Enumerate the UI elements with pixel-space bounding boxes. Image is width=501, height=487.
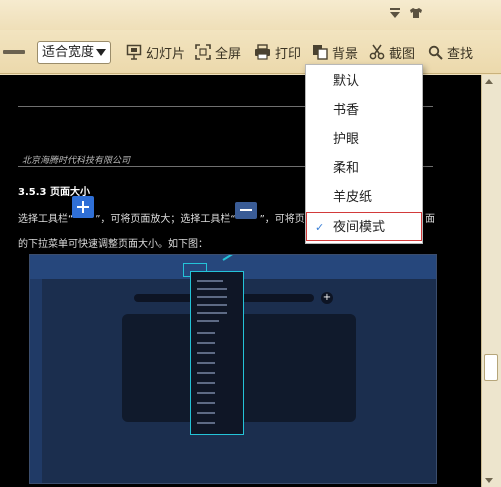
print-label: 打印 bbox=[275, 46, 302, 62]
menu-item-label: 书香 bbox=[333, 103, 360, 118]
body-line: 的下拉菜单可快速调整页面大小。如下图： bbox=[18, 239, 208, 250]
menu-item-label: 护眼 bbox=[333, 132, 360, 147]
background-menu: 默认 书香 护眼 柔和 羊皮纸 ✓ 夜间模式 bbox=[305, 64, 423, 244]
menu-item-eye-care[interactable]: 护眼 bbox=[306, 125, 422, 154]
menu-arrow-icon[interactable] bbox=[388, 6, 402, 20]
screenshot-button[interactable]: 截图 bbox=[369, 42, 415, 62]
find-button[interactable]: 查找 bbox=[428, 42, 473, 62]
zoom-select[interactable]: 适合宽度 bbox=[37, 41, 111, 64]
menu-row bbox=[197, 402, 215, 404]
body-line: 选择工具栏“ ”，可将页面放大；选择工具栏“ ”，可将页面 bbox=[18, 210, 315, 225]
menu-item-label: 夜间模式 bbox=[333, 220, 386, 235]
menu-row bbox=[197, 304, 227, 306]
menu-item-parchment[interactable]: 羊皮纸 bbox=[306, 183, 422, 212]
screenshot-zoom-menu bbox=[190, 271, 244, 435]
menu-row bbox=[197, 296, 227, 298]
menu-row bbox=[197, 362, 215, 364]
reader-window: 适合宽度 幻灯片 全屏 打印 背景 截图 查找 北京海腾时代科技有限公司 3.5… bbox=[0, 0, 501, 487]
screenshot-add-icon: + bbox=[321, 292, 333, 304]
shirt-icon[interactable] bbox=[409, 6, 423, 20]
scroll-thumb[interactable] bbox=[484, 354, 498, 381]
menu-item-label: 柔和 bbox=[333, 161, 360, 176]
slideshow-button[interactable]: 幻灯片 bbox=[126, 42, 185, 62]
zoom-out-icon bbox=[235, 202, 257, 219]
scissors-icon bbox=[369, 44, 385, 60]
screenshot-sidebar bbox=[30, 279, 42, 483]
fullscreen-label: 全屏 bbox=[215, 46, 242, 62]
menu-row bbox=[197, 288, 227, 290]
text-span: 选择工具栏“ bbox=[18, 214, 74, 225]
menu-item-label: 默认 bbox=[333, 74, 360, 89]
zoom-in-icon bbox=[72, 196, 94, 218]
menu-row bbox=[197, 332, 215, 334]
slideshow-label: 幻灯片 bbox=[146, 46, 186, 62]
text-fragment: 面 bbox=[425, 214, 435, 225]
menu-row bbox=[197, 312, 227, 314]
text-span: ”，可将页面放大；选择工具栏“ bbox=[95, 214, 236, 225]
slideshow-icon bbox=[126, 44, 142, 60]
printer-icon bbox=[255, 44, 270, 60]
menu-item-default[interactable]: 默认 bbox=[306, 67, 422, 96]
caret-down-icon bbox=[96, 49, 106, 56]
background-button[interactable]: 背景 bbox=[312, 42, 358, 62]
menu-row bbox=[197, 280, 223, 282]
search-icon bbox=[428, 45, 443, 60]
zoom-value: 适合宽度 bbox=[42, 45, 95, 60]
menu-item-night-mode[interactable]: ✓ 夜间模式 bbox=[306, 212, 422, 241]
fullscreen-button[interactable]: 全屏 bbox=[195, 42, 241, 62]
scroll-down-icon[interactable] bbox=[485, 478, 493, 483]
menu-row bbox=[197, 392, 215, 394]
menu-row bbox=[197, 422, 215, 424]
fullscreen-icon bbox=[195, 44, 211, 60]
print-button[interactable]: 打印 bbox=[254, 42, 301, 62]
find-label: 查找 bbox=[447, 46, 474, 62]
menu-row bbox=[197, 382, 215, 384]
title-bar bbox=[0, 0, 501, 30]
publisher-header: 北京海腾时代科技有限公司 bbox=[22, 156, 131, 166]
menu-row bbox=[197, 352, 215, 354]
menu-row bbox=[197, 342, 215, 344]
screenshot-label: 截图 bbox=[389, 46, 416, 62]
main-toolbar: 适合宽度 幻灯片 全屏 打印 背景 截图 查找 bbox=[0, 30, 501, 74]
vertical-scrollbar[interactable] bbox=[481, 75, 501, 487]
menu-row bbox=[197, 320, 219, 322]
menu-item-label: 羊皮纸 bbox=[333, 190, 373, 205]
menu-item-soft[interactable]: 柔和 bbox=[306, 154, 422, 183]
menu-row bbox=[197, 412, 215, 414]
menu-item-book-scent[interactable]: 书香 bbox=[306, 96, 422, 125]
zoom-out-button[interactable] bbox=[3, 50, 25, 54]
background-icon bbox=[313, 45, 328, 60]
menu-row bbox=[197, 372, 215, 374]
check-icon: ✓ bbox=[315, 221, 325, 234]
scroll-up-icon[interactable] bbox=[485, 79, 493, 84]
background-label: 背景 bbox=[332, 46, 359, 62]
embedded-screenshot: + bbox=[29, 254, 437, 484]
